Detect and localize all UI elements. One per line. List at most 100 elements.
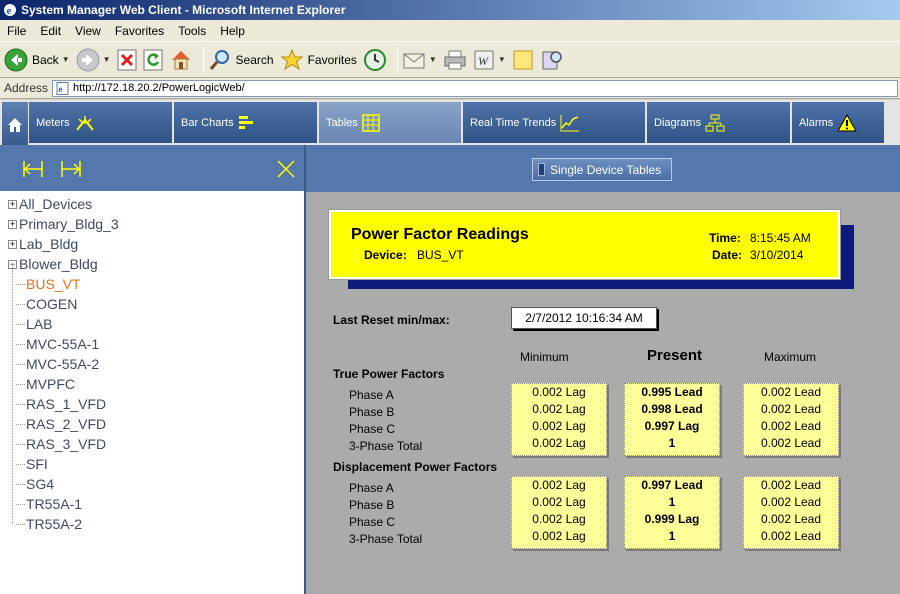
displacement-power-factors-heading: Displacement Power Factors (333, 460, 498, 474)
tab-tables[interactable]: Tables (319, 102, 461, 143)
value: 0.998 Lead (641, 402, 703, 416)
tree-node-bus-vt[interactable]: BUS_VT (8, 274, 304, 294)
tree-node-all-devices[interactable]: + All_Devices (8, 194, 304, 214)
value: 0.002 Lead (760, 419, 822, 433)
menu-view[interactable]: View (68, 24, 108, 38)
refresh-icon (143, 49, 163, 70)
expand-right-icon[interactable] (60, 159, 82, 179)
bar-chart-icon (238, 115, 253, 129)
tree-node-mvpfc[interactable]: MVPFC (8, 374, 304, 394)
collapse-left-icon[interactable] (22, 159, 44, 179)
menu-edit[interactable]: Edit (33, 24, 68, 38)
address-bar: Address e http://172.18.20.2/PowerLogicW… (0, 78, 900, 99)
back-button[interactable]: Back ▼ (4, 48, 70, 72)
tree-node-blower-bldg[interactable]: − Blower_Bldg (8, 254, 304, 274)
tree-node-primary-bldg-3[interactable]: + Primary_Bldg_3 (8, 214, 304, 234)
meter-icon (75, 115, 94, 131)
edit-button[interactable]: W ▼ (473, 49, 506, 71)
expand-icon[interactable]: + (8, 239, 17, 249)
forward-button[interactable]: ▼ (76, 48, 111, 72)
tree-node-sfi[interactable]: SFI (8, 454, 304, 474)
history-button[interactable] (363, 48, 387, 72)
print-button[interactable] (443, 49, 467, 71)
tree-node-mvc-55a-2[interactable]: MVC-55A-2 (8, 354, 304, 374)
chevron-down-icon[interactable]: ▼ (498, 55, 506, 64)
menu-tools[interactable]: Tools (171, 24, 213, 38)
tree-node-ras-2-vfd[interactable]: RAS_2_VFD (8, 414, 304, 434)
toolbar-separator (396, 46, 398, 73)
tree-node-lab[interactable]: LAB (8, 314, 304, 334)
value: 0.002 Lead (760, 385, 822, 399)
tree-node-tr55a-1[interactable]: TR55A-1 (8, 494, 304, 514)
value: 1 (668, 495, 676, 509)
tree-panel-header (0, 145, 304, 192)
expand-icon[interactable]: + (8, 199, 17, 209)
app-nav-bar: Meters Bar Charts Tables Real Time Trend… (0, 100, 900, 147)
phase-label: 3-Phase Total (349, 439, 423, 453)
address-input[interactable]: e http://172.18.20.2/PowerLogicWeb/ (52, 79, 898, 97)
research-button[interactable] (540, 48, 564, 72)
device-label: Device: (364, 248, 407, 262)
refresh-button[interactable] (143, 49, 163, 71)
tab-diagrams[interactable]: Diagrams (647, 102, 790, 143)
value: 0.002 Lag (532, 512, 586, 526)
close-icon[interactable] (276, 159, 296, 179)
stop-button[interactable] (117, 49, 137, 71)
tab-alarms[interactable]: Alarms (792, 102, 884, 143)
trend-icon (560, 114, 580, 131)
expand-icon[interactable]: + (8, 219, 17, 229)
value: 1 (668, 436, 676, 450)
chevron-down-icon[interactable]: ▼ (103, 55, 111, 64)
single-device-tables-button[interactable]: Single Device Tables (532, 158, 672, 181)
mail-icon (403, 53, 425, 68)
power-factor-header: Power Factor Readings Device: BUS_VT Tim… (328, 209, 841, 280)
tab-meters[interactable]: Meters (29, 102, 172, 143)
address-label: Address (4, 81, 49, 95)
menu-help[interactable]: Help (213, 24, 252, 38)
svg-text:e: e (59, 84, 63, 94)
tree-node-ras-1-vfd[interactable]: RAS_1_VFD (8, 394, 304, 414)
chevron-down-icon[interactable]: ▼ (429, 55, 437, 64)
value: 0.002 Lead (760, 529, 822, 543)
window-title: System Manager Web Client - Microsoft In… (21, 3, 346, 17)
toolbar-separator (202, 46, 204, 73)
home-icon (8, 117, 22, 132)
mail-button[interactable]: ▼ (402, 49, 437, 71)
tab-bar-charts[interactable]: Bar Charts (174, 102, 317, 143)
home-tab[interactable] (2, 102, 28, 147)
phase-label: 3-Phase Total (349, 532, 423, 546)
menu-file[interactable]: File (0, 24, 33, 38)
tree-node-ras-3-vfd[interactable]: RAS_3_VFD (8, 434, 304, 454)
reset-value: 2/7/2012 10:16:34 AM (511, 307, 657, 329)
phase-label: Phase A (349, 481, 394, 495)
menu-favorites[interactable]: Favorites (108, 24, 171, 38)
tree-node-lab-bldg[interactable]: + Lab_Bldg (8, 234, 304, 254)
home-icon (171, 50, 190, 69)
browser-toolbar: Back ▼ ▼ Search Favorites ▼ W ▼ (0, 42, 900, 78)
svg-text:e: e (7, 5, 12, 17)
home-button[interactable] (169, 48, 193, 72)
tree-node-cogen[interactable]: COGEN (8, 294, 304, 314)
device-tree-panel: + All_Devices + Primary_Bldg_3 + Lab_Bldg −… (0, 145, 306, 594)
value: 0.002 Lead (760, 495, 822, 509)
phase-label: Phase C (349, 422, 396, 436)
discuss-button[interactable] (512, 49, 534, 71)
stop-icon (117, 49, 137, 70)
page-icon: e (56, 81, 69, 95)
column-maximum: Maximum (764, 350, 817, 364)
page-title: Power Factor Readings (351, 226, 529, 243)
svg-text:W: W (478, 54, 489, 68)
value: 0.002 Lag (532, 529, 586, 543)
ie-icon: e (4, 4, 16, 17)
chevron-down-icon[interactable]: ▼ (62, 55, 70, 64)
tree-node-sg4[interactable]: SG4 (8, 474, 304, 494)
tree-node-tr55a-2[interactable]: TR55A-2 (8, 514, 304, 534)
tab-real-time-trends[interactable]: Real Time Trends (463, 102, 645, 143)
search-button[interactable]: Search (208, 48, 274, 72)
value: 0.002 Lag (532, 385, 586, 399)
favorites-button[interactable]: Favorites (280, 48, 357, 72)
value: 0.002 Lead (760, 402, 822, 416)
phase-label: Phase C (349, 515, 396, 529)
tree-node-mvc-55a-1[interactable]: MVC-55A-1 (8, 334, 304, 354)
disp-pf-minimum-cell: 0.002 Lag 0.002 Lag 0.002 Lag 0.002 Lag (511, 476, 607, 549)
